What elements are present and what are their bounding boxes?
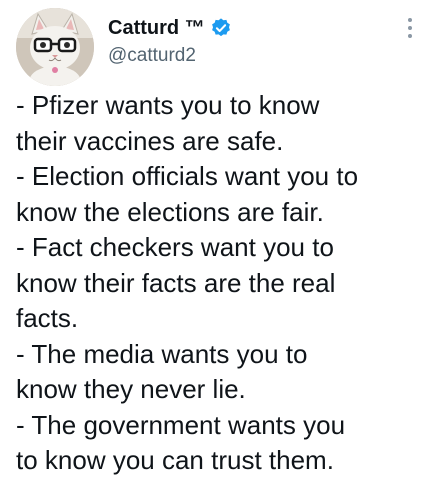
tweet-line: to know you can trust them.: [16, 445, 334, 475]
tweet-line: - Pfizer wants you to know: [16, 90, 320, 120]
tweet-line: - Election officials want you to: [16, 161, 359, 191]
tweet-line: know they never lie.: [16, 374, 246, 404]
tweet-line: - The government wants you: [16, 409, 346, 440]
tweet: Catturd ™ @catturd2 - Pfizer wants you t…: [0, 0, 438, 500]
author-handle[interactable]: @catturd2: [108, 45, 232, 67]
name-row: Catturd ™: [108, 14, 232, 42]
tweet-line: facts.: [16, 303, 79, 333]
tweet-line: know the elections are fair.: [16, 196, 324, 227]
tweet-line: - The media wants you to: [16, 338, 308, 369]
cat-with-glasses-avatar-image: [16, 8, 94, 86]
more-dot: [408, 26, 412, 30]
more-dot: [408, 18, 412, 22]
display-name[interactable]: Catturd ™: [108, 17, 205, 40]
tweet-header: Catturd ™ @catturd2: [16, 8, 422, 86]
verified-badge-icon: [210, 17, 232, 39]
more-options-icon[interactable]: [398, 16, 422, 40]
avatar[interactable]: [16, 8, 94, 86]
tweet-line: know their facts are the real: [16, 267, 336, 298]
author-identity: Catturd ™ @catturd2: [108, 14, 232, 67]
more-dot: [408, 34, 412, 38]
tweet-line: - Fact checkers want you to: [16, 232, 334, 262]
tweet-line: their vaccines are safe.: [16, 125, 284, 156]
tweet-text: - Pfizer wants you to know their vaccine…: [16, 88, 432, 479]
